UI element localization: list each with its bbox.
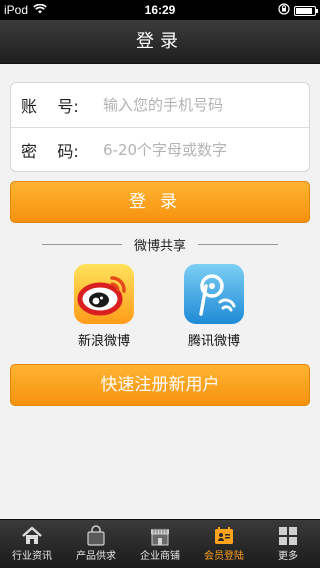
tab-member-login[interactable]: 会员登陆 (192, 520, 256, 568)
home-icon (22, 526, 42, 544)
divider-line-right (198, 243, 278, 245)
member-card-icon (215, 527, 233, 544)
tencent-weibo-icon (184, 264, 244, 324)
tab-product-supply-label: 产品供求 (76, 551, 116, 562)
status-right (278, 3, 318, 18)
share-tencent-weibo-label: 腾讯微博 (187, 334, 240, 349)
sina-weibo-icon (74, 264, 134, 324)
tab-industry-news-label: 行业资讯 (12, 551, 52, 562)
login-form: 账 号: 密 码: (10, 82, 310, 172)
status-bar: iPod 16:29 (0, 0, 320, 20)
share-sina-weibo[interactable]: 新浪微博 (64, 264, 144, 349)
tab-more-label: 更多 (278, 551, 298, 562)
share-title: 微博共享 (133, 238, 186, 254)
status-time: 16:29 (144, 3, 176, 17)
password-row: 密 码: (11, 127, 309, 171)
phone-input[interactable] (99, 85, 309, 125)
tab-member-login-label: 会员登陆 (204, 551, 244, 562)
grid-icon (279, 527, 297, 545)
password-label: 密 码: (21, 141, 79, 161)
battery-fill (296, 7, 312, 14)
tab-more[interactable]: 更多 (256, 520, 320, 568)
battery-icon (294, 5, 318, 16)
tab-enterprise-shops[interactable]: 企业商铺 (128, 520, 192, 568)
tab-bar: 行业资讯 产品供求 企业商铺 会员登陆 更多 (0, 519, 320, 568)
share-header: 微博共享 (0, 234, 320, 254)
divider-line-left (41, 243, 122, 245)
account-row: 账 号: (11, 83, 309, 127)
page-title: 登录 (0, 20, 320, 64)
shopping-bag-icon (87, 525, 105, 546)
password-input[interactable] (99, 129, 309, 170)
tab-industry-news[interactable]: 行业资讯 (0, 520, 64, 568)
share-sina-weibo-label: 新浪微博 (77, 334, 130, 349)
lock-rotation-icon (278, 3, 290, 18)
register-button[interactable]: 快速注册新用户 (10, 364, 310, 406)
store-icon (151, 528, 169, 546)
share-tencent-weibo[interactable]: 腾讯微博 (174, 264, 254, 349)
account-label: 账 号: (21, 97, 79, 116)
login-button[interactable]: 登录 (10, 181, 310, 223)
tab-product-supply[interactable]: 产品供求 (64, 520, 128, 568)
tab-enterprise-shops-label: 企业商铺 (140, 551, 180, 562)
